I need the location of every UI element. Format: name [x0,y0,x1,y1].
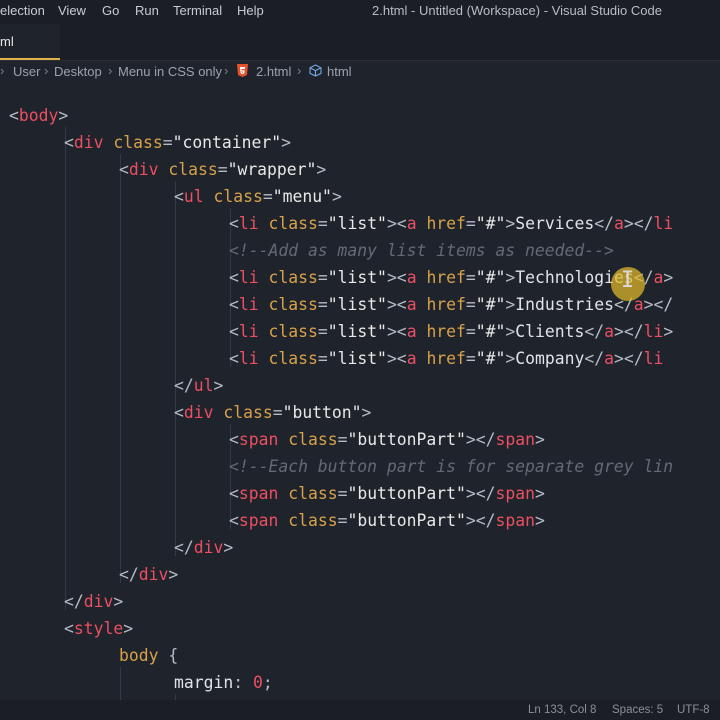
breadcrumb-desktop[interactable]: Desktop [54,64,102,79]
code-comment: <!--Each button part is for separate gre… [229,457,674,476]
menu-go[interactable]: Go [102,3,119,18]
code-line: <span class="buttonPart"></span> [229,511,545,530]
window-title: 2.html - Untitled (Workspace) - Visual S… [372,3,662,18]
code-line: <li class="list"><a href="#">Clients</a>… [229,322,674,341]
chevron-right-icon: › [0,63,5,78]
code-line: </div> [174,538,234,557]
chevron-right-icon: › [224,63,229,78]
chevron-right-icon: › [108,63,113,78]
code-line: <li class="list"><a href="#">Services</a… [229,214,674,233]
code-line: </div> [64,592,124,611]
indent-guide [175,181,176,556]
status-encoding[interactable]: UTF-8 [677,704,710,716]
code-line: <body> [9,106,69,125]
menu-view[interactable]: View [58,3,86,18]
status-bar: Ln 133, Col 8 Spaces: 5 UTF-8 [0,700,720,720]
code-line: <span class="buttonPart"></span> [229,430,545,449]
chevron-right-icon: › [297,63,302,78]
chevron-right-icon: › [44,63,49,78]
code-editor[interactable]: <body> <div class="container"> <div clas… [0,88,720,700]
menu-terminal[interactable]: Terminal [173,3,222,18]
code-line: <li class="list"><a href="#">Technologie… [229,268,674,287]
code-line: <style> [64,619,134,638]
breadcrumb-file[interactable]: 2.html [256,64,291,79]
code-comment: <!--Add as many list items as needed--> [229,241,614,260]
code-line: <div class="wrapper"> [119,160,327,179]
code-line: margin: 0; [174,673,273,692]
code-line: <li class="list"><a href="#">Company</a>… [229,349,664,368]
menu-selection[interactable]: election [0,3,45,18]
indent-guide [120,667,121,700]
code-line: <div class="container"> [64,133,292,152]
code-line: <li class="list"><a href="#">Industries<… [229,295,674,314]
code-line: <div class="button"> [174,403,372,422]
breadcrumb-symbol[interactable]: html [327,64,352,79]
code-line: <ul class="menu"> [174,187,342,206]
title-bar: election View Go Run Terminal Help 2.htm… [0,0,720,24]
breadcrumb-user[interactable]: User [13,64,40,79]
code-line: </ul> [174,376,224,395]
breadcrumb: › User › Desktop › Menu in CSS only › 2.… [0,60,720,84]
cube-icon [309,64,322,77]
indent-guide [120,154,121,583]
ibeam-cursor-icon: I [621,268,635,293]
html5-icon [237,64,248,77]
indent-guide [65,127,66,610]
breadcrumb-folder[interactable]: Menu in CSS only [118,64,222,79]
menu-run[interactable]: Run [135,3,159,18]
code-line: body { [119,646,179,665]
menu-help[interactable]: Help [237,3,264,18]
status-cursor-position[interactable]: Ln 133, Col 8 [528,704,596,716]
status-indentation[interactable]: Spaces: 5 [612,704,663,716]
tab-2-html[interactable]: ml [0,24,60,60]
tab-label: ml [0,34,14,49]
tab-bar: ml [0,24,720,61]
code-line: <span class="buttonPart"></span> [229,484,545,503]
code-line: </div> [119,565,179,584]
